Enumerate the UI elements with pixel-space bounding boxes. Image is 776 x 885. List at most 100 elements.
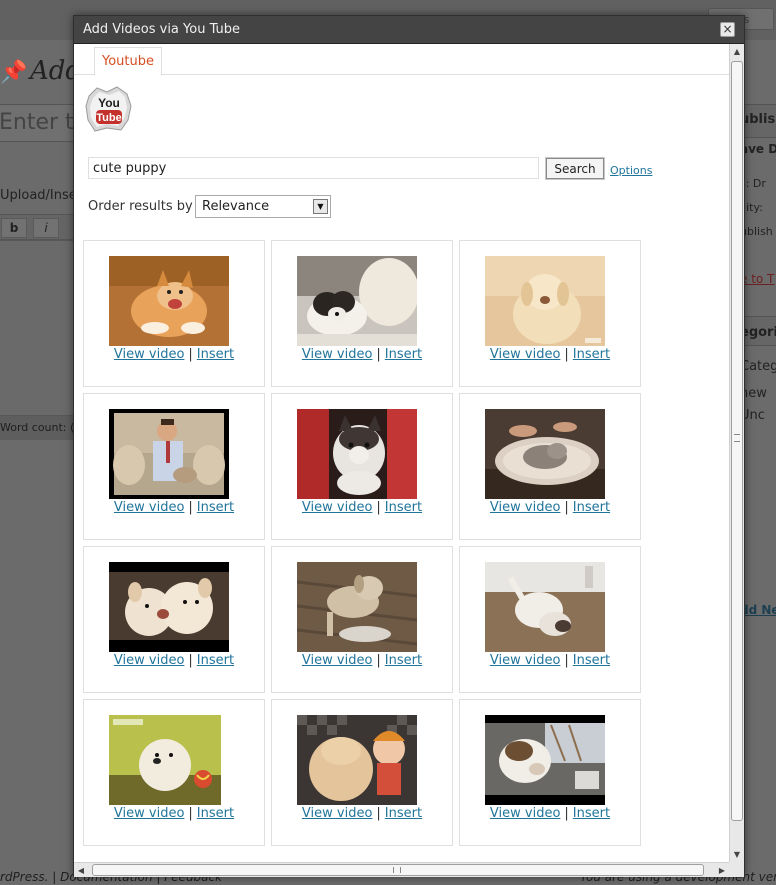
video-actions: View video | Insert (272, 653, 452, 668)
video-actions: View video | Insert (84, 653, 264, 668)
video-thumbnail[interactable] (485, 409, 605, 499)
view-video-link[interactable]: View video (490, 653, 561, 668)
all-categories-fragment: Categ (740, 359, 776, 374)
view-video-link[interactable]: View video (490, 806, 561, 821)
video-actions: View video | Insert (84, 500, 264, 515)
link-separator: | (564, 806, 569, 821)
search-button[interactable]: Search (545, 157, 605, 180)
video-thumbnail[interactable] (297, 715, 417, 805)
video-thumbnail[interactable] (485, 715, 605, 805)
grip-icon (393, 867, 401, 873)
publish-heading: ublish (740, 112, 776, 127)
view-video-link[interactable]: View video (114, 653, 185, 668)
video-result: View video | Insert (271, 393, 453, 540)
dialog-titlebar: Add Videos via You Tube × (74, 16, 744, 44)
vertical-scrollbar[interactable]: ▲ ▼ (729, 44, 744, 862)
link-separator: | (188, 347, 193, 362)
order-select[interactable]: Relevance ▼ (195, 195, 331, 218)
upload-insert-label: Upload/Inse (0, 188, 77, 203)
view-video-link[interactable]: View video (114, 806, 185, 821)
link-separator: | (564, 653, 569, 668)
insert-link[interactable]: Insert (197, 347, 234, 362)
options-link[interactable]: Options (610, 164, 652, 177)
horizontal-scroll-thumb[interactable] (92, 864, 704, 876)
link-separator: | (188, 806, 193, 821)
video-actions: View video | Insert (460, 653, 640, 668)
video-thumbnail[interactable] (485, 562, 605, 652)
video-result: View video | Insert (459, 240, 641, 387)
video-result: View video | Insert (459, 699, 641, 846)
video-result: View video | Insert (83, 699, 265, 846)
video-result: View video | Insert (83, 393, 265, 540)
video-thumbnail[interactable] (109, 256, 229, 346)
move-to-trash-fragment: e to T (740, 272, 775, 286)
insert-link[interactable]: Insert (573, 806, 610, 821)
youtube-logo: You Tube (85, 86, 132, 132)
view-video-link[interactable]: View video (114, 500, 185, 515)
scroll-up-icon[interactable]: ▲ (730, 44, 744, 59)
scroll-left-icon[interactable]: ◀ (74, 863, 88, 878)
video-actions: View video | Insert (460, 806, 640, 821)
italic-button: i (33, 218, 59, 238)
categories-heading: egori (740, 325, 776, 340)
video-thumbnail[interactable] (109, 715, 221, 805)
insert-link[interactable]: Insert (573, 653, 610, 668)
search-input[interactable] (88, 157, 539, 179)
view-video-link[interactable]: View video (490, 347, 561, 362)
insert-link[interactable]: Insert (385, 806, 422, 821)
add-videos-dialog: Add Videos via You Tube × Youtube You Tu… (73, 15, 745, 877)
link-separator: | (188, 653, 193, 668)
view-video-link[interactable]: View video (302, 806, 373, 821)
dialog-content: Youtube You Tube Search Options Order re… (74, 44, 729, 862)
link-separator: | (188, 500, 193, 515)
insert-link[interactable]: Insert (385, 500, 422, 515)
video-thumbnail[interactable] (485, 256, 605, 346)
scroll-corner (729, 862, 744, 877)
link-separator: | (376, 500, 381, 515)
view-video-link[interactable]: View video (302, 347, 373, 362)
video-actions: View video | Insert (272, 806, 452, 821)
view-video-link[interactable]: View video (490, 500, 561, 515)
insert-link[interactable]: Insert (573, 347, 610, 362)
close-icon[interactable]: × (720, 22, 735, 37)
video-result: View video | Insert (271, 240, 453, 387)
editor-toolbar: b i (0, 214, 84, 240)
video-actions: View video | Insert (272, 500, 452, 515)
view-video-link[interactable]: View video (302, 653, 373, 668)
logo-you-text: You (98, 96, 120, 110)
vertical-scroll-thumb[interactable] (731, 61, 743, 821)
horizontal-scrollbar[interactable]: ◀ ▶ (74, 862, 729, 877)
video-result: View video | Insert (83, 546, 265, 693)
insert-link[interactable]: Insert (197, 653, 234, 668)
link-separator: | (376, 347, 381, 362)
video-actions: View video | Insert (84, 347, 264, 362)
video-result: View video | Insert (271, 699, 453, 846)
video-thumbnail[interactable] (109, 409, 229, 499)
insert-link[interactable]: Insert (197, 500, 234, 515)
order-select-value: Relevance (202, 199, 270, 214)
link-separator: | (564, 500, 569, 515)
insert-link[interactable]: Insert (573, 500, 610, 515)
video-actions: View video | Insert (460, 347, 640, 362)
save-draft-fragment: ave D (740, 142, 776, 156)
pushpin-icon: 📌 (0, 60, 28, 85)
video-thumbnail[interactable] (297, 562, 417, 652)
insert-link[interactable]: Insert (385, 347, 422, 362)
view-video-link[interactable]: View video (114, 347, 185, 362)
bold-button: b (1, 218, 27, 238)
editor-area (0, 240, 84, 416)
insert-link[interactable]: Insert (197, 806, 234, 821)
chevron-down-icon: ▼ (313, 199, 328, 214)
tab-youtube[interactable]: Youtube (94, 47, 162, 76)
view-video-link[interactable]: View video (302, 500, 373, 515)
add-new-category-fragment: dd Ne (740, 603, 776, 617)
video-thumbnail[interactable] (297, 409, 417, 499)
link-separator: | (376, 806, 381, 821)
insert-link[interactable]: Insert (385, 653, 422, 668)
video-thumbnail[interactable] (109, 562, 229, 652)
scroll-right-icon[interactable]: ▶ (715, 863, 729, 878)
video-thumbnail[interactable] (297, 256, 417, 346)
post-title-field: Enter t (0, 104, 80, 142)
scroll-down-icon[interactable]: ▼ (730, 847, 744, 862)
grip-icon (734, 434, 740, 442)
